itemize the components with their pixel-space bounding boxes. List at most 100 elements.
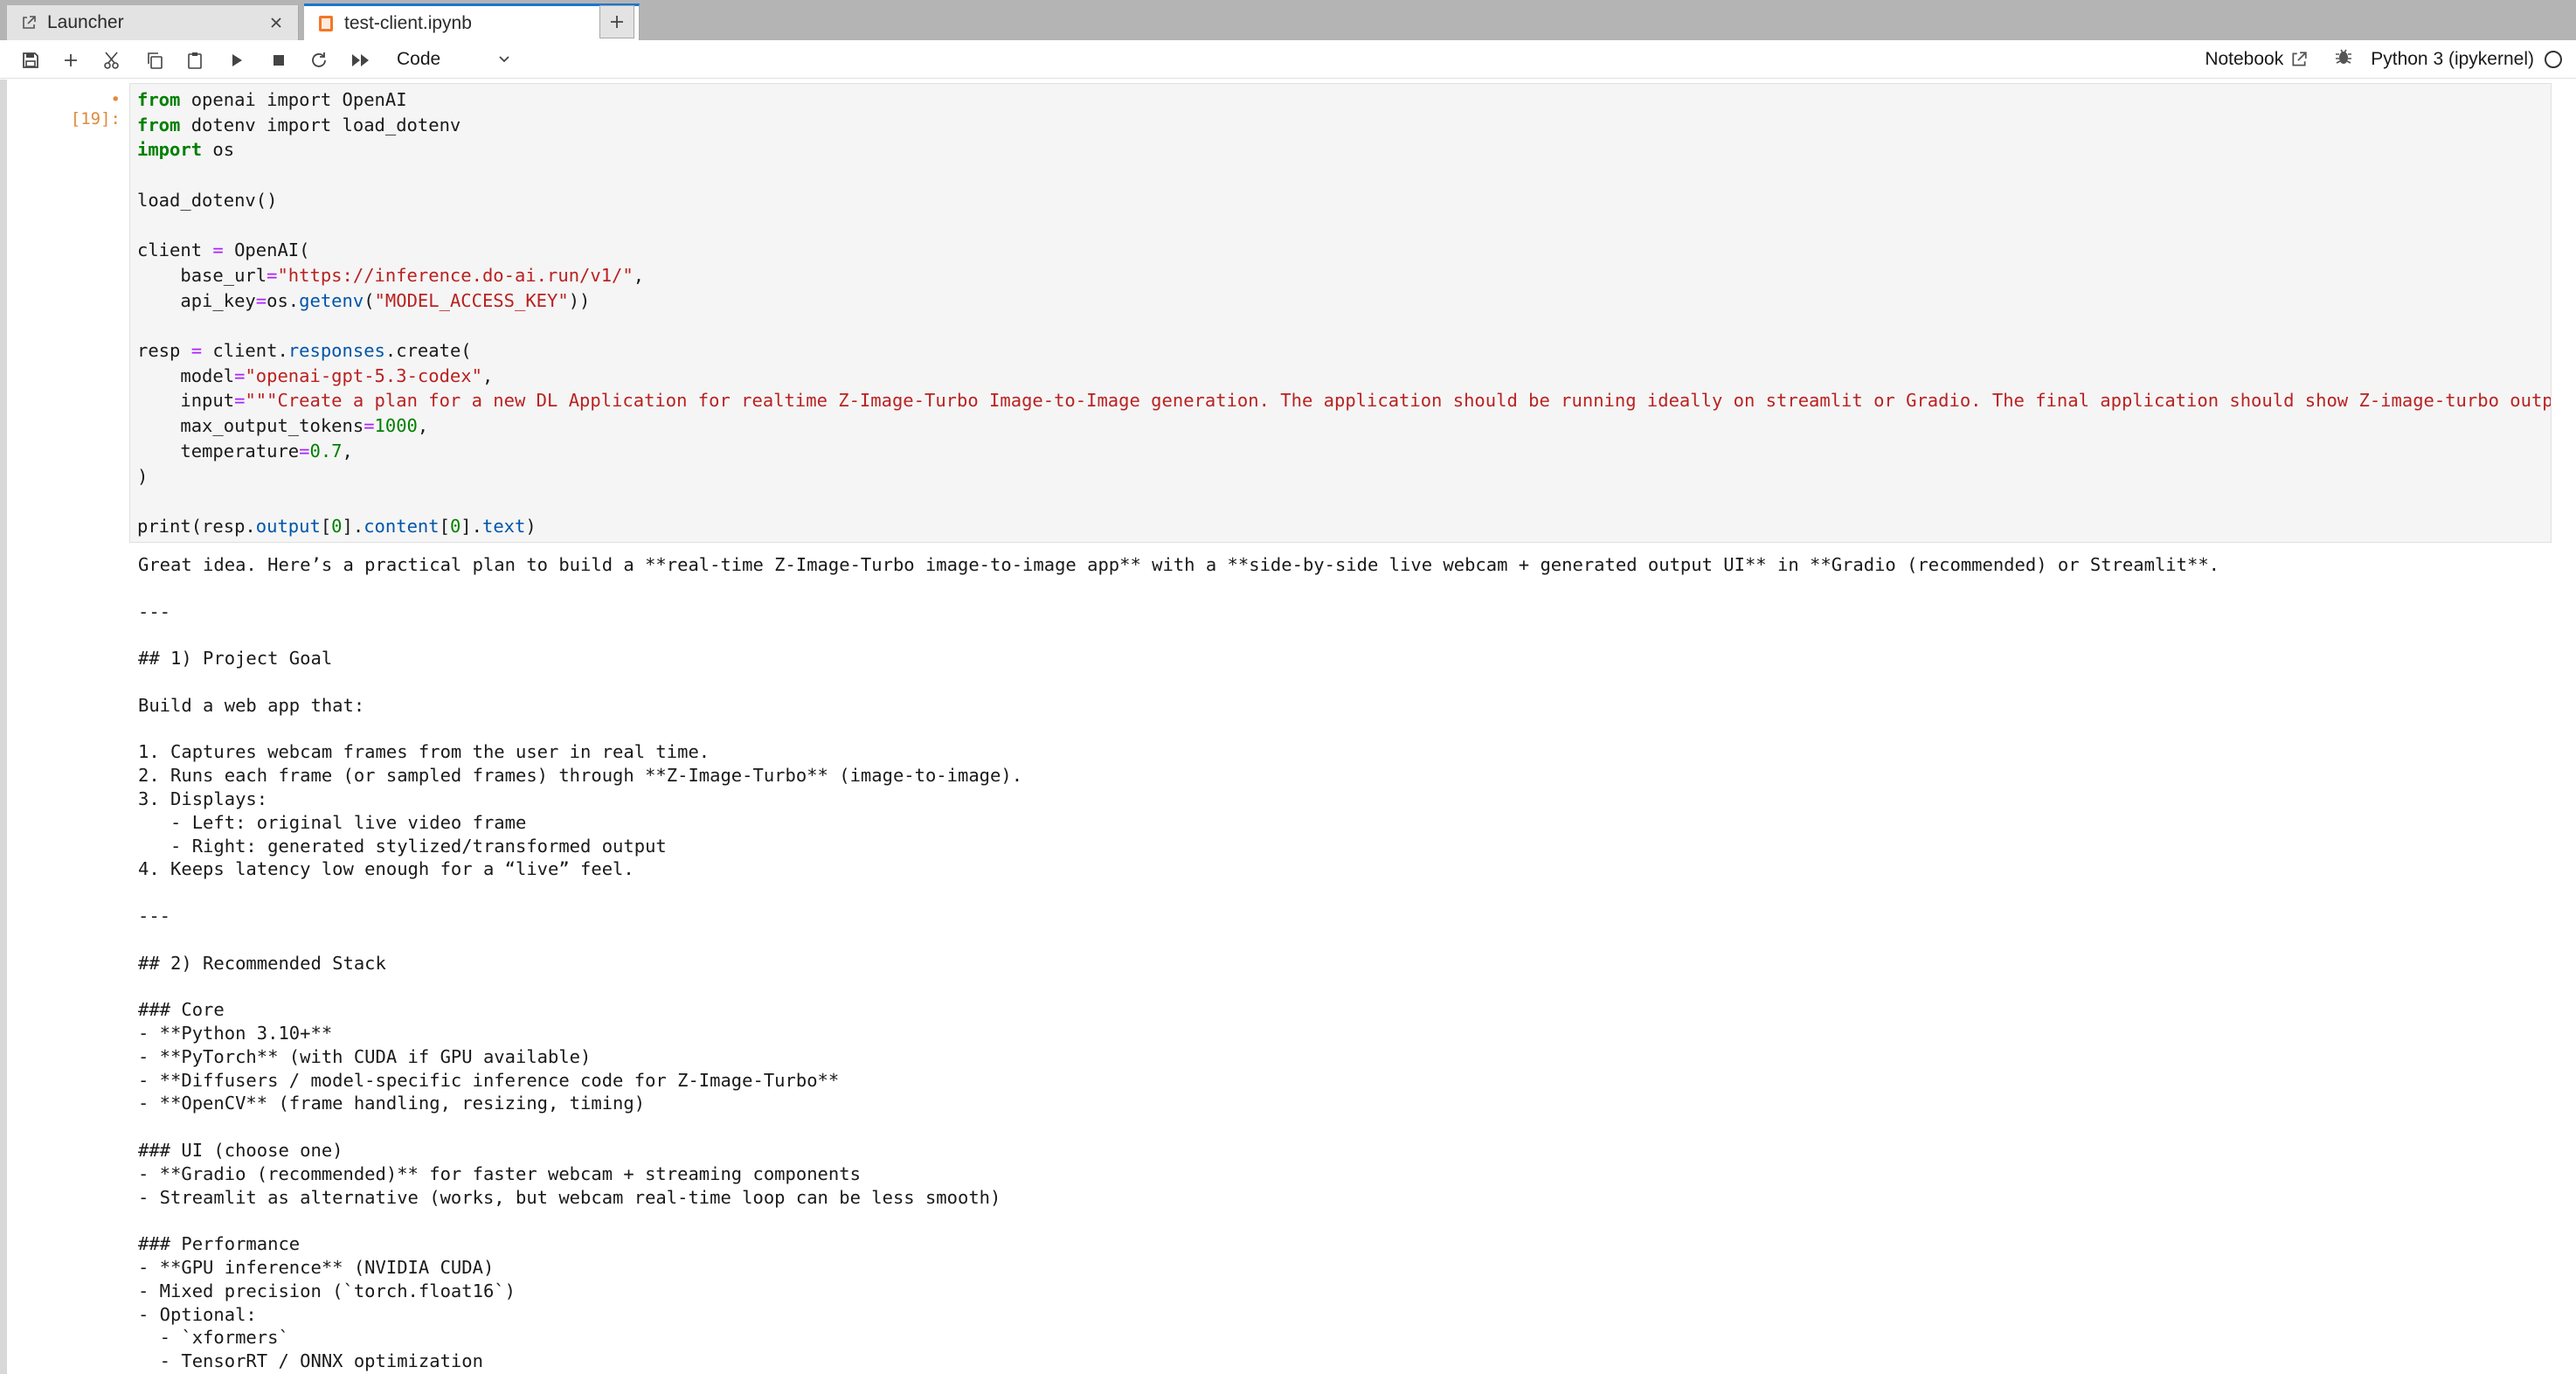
- tab-test-client[interactable]: test-client.ipynb: [304, 3, 640, 40]
- cut-button[interactable]: [100, 47, 126, 73]
- run-all-button[interactable]: [348, 47, 374, 73]
- code-line: api_key=os.getenv("MODEL_ACCESS_KEY")): [137, 289, 591, 311]
- output-line: - **PyTorch** (with CUDA if GPU availabl…: [138, 1045, 592, 1067]
- code-line: client = OpenAI(: [137, 239, 310, 261]
- kernel-name[interactable]: Python 3 (ipykernel): [2371, 49, 2534, 70]
- code-line: max_output_tokens=1000,: [137, 415, 429, 437]
- play-icon: [232, 54, 242, 66]
- cell-type-select[interactable]: Code: [390, 45, 512, 73]
- code-line: print(resp.output[0].content[0].text): [137, 515, 537, 537]
- code-line: import os: [137, 139, 235, 161]
- output-line: ## 1) Project Goal: [138, 648, 333, 670]
- output-line: - Right: generated stylized/transformed …: [138, 835, 667, 857]
- output-line: ### Performance: [138, 1233, 301, 1255]
- output-line: - Streamlit as alternative (works, but w…: [138, 1186, 1001, 1208]
- code-line: resp = client.responses.create(: [137, 340, 472, 362]
- bug-icon: [2336, 49, 2352, 64]
- tab-launcher[interactable]: Launcher: [7, 5, 299, 40]
- code-line: ): [137, 465, 149, 487]
- output-line: - **GPU inference** (NVIDIA CUDA): [138, 1256, 495, 1278]
- chevron-down-icon: [499, 56, 509, 63]
- new-tab-button[interactable]: [599, 5, 634, 38]
- scissors-icon: [104, 52, 119, 69]
- code-line: load_dotenv(): [137, 189, 278, 211]
- output-line: - Optional:: [138, 1303, 257, 1325]
- output-line: ### Core: [138, 999, 225, 1021]
- output-line: - **Python 3.10+**: [138, 1022, 333, 1044]
- notebook-label: Notebook: [2205, 49, 2284, 69]
- output-line: - `xformers`: [138, 1327, 289, 1349]
- cell-prompt: • [19]:: [70, 90, 121, 128]
- output-line: - **Diffusers / model-specific inference…: [138, 1069, 840, 1091]
- cell-output: Great idea. Here’s a practical plan to b…: [129, 548, 2552, 1374]
- save-button[interactable]: [17, 47, 44, 73]
- restart-button[interactable]: [306, 47, 332, 73]
- close-icon[interactable]: [267, 13, 286, 32]
- output-line: Build a web app that:: [138, 694, 365, 716]
- clipboard-icon: [188, 52, 202, 69]
- notebook-icon: [316, 14, 336, 33]
- output-line: ## 2) Recommended Stack: [138, 952, 386, 974]
- output-line: 3. Displays:: [138, 788, 268, 809]
- tab-bar: Launcher test-client.ipynb: [0, 0, 2576, 40]
- external-link-icon: [2292, 52, 2307, 66]
- output-line: - Left: original live video frame: [138, 811, 527, 833]
- interrupt-button[interactable]: [266, 47, 292, 73]
- refresh-icon: [312, 52, 326, 67]
- output-line: 1. Captures webcam frames from the user …: [138, 741, 710, 763]
- tab-label: Launcher: [47, 12, 124, 32]
- code-line: model="openai-gpt-5.3-codex",: [137, 364, 494, 386]
- cell-type-value: Code: [397, 49, 441, 69]
- notebook-toolbar: Code Notebook Python 3 (ipykernel): [0, 40, 2576, 79]
- toolbar-right: Notebook Python 3 (ipykernel): [2205, 40, 2576, 79]
- open-notebook-button[interactable]: Notebook: [2205, 49, 2308, 70]
- debugger-button[interactable]: [2334, 47, 2353, 72]
- output-text: Great idea. Here’s a practical plan to b…: [129, 548, 2552, 1374]
- notebook-panel: • [19]: from openai import OpenAI from do…: [0, 80, 2576, 1374]
- paste-button[interactable]: [182, 47, 208, 73]
- run-button[interactable]: [224, 47, 250, 73]
- plus-icon: [611, 16, 623, 28]
- external-link-icon: [19, 13, 38, 32]
- output-line: ### UI (choose one): [138, 1139, 343, 1161]
- left-sidebar-edge: [0, 80, 7, 1374]
- output-line: - Mixed precision (`torch.float16`): [138, 1280, 516, 1301]
- kernel-status-icon: [2545, 51, 2562, 68]
- code-line: temperature=0.7,: [137, 440, 353, 461]
- output-line: 2. Runs each frame (or sampled frames) t…: [138, 765, 1023, 787]
- code-editor[interactable]: from openai import OpenAI from dotenv imp…: [130, 84, 2552, 542]
- code-line: input="""Create a plan for a new DL Appl…: [137, 390, 2552, 412]
- stop-icon: [274, 55, 284, 66]
- output-line: - **Gradio (recommended)** for faster we…: [138, 1162, 861, 1184]
- insert-cell-button[interactable]: [58, 47, 84, 73]
- code-line: from openai import OpenAI: [137, 89, 407, 110]
- code-line: from dotenv import load_dotenv: [137, 114, 461, 135]
- tab-label: test-client.ipynb: [344, 12, 472, 33]
- code-cell-input[interactable]: from openai import OpenAI from dotenv imp…: [129, 83, 2552, 543]
- save-icon: [23, 52, 38, 68]
- plus-icon: [65, 54, 77, 66]
- code-line: base_url="https://inference.do-ai.run/v1…: [137, 264, 645, 286]
- output-line: 4. Keeps latency low enough for a “live”…: [138, 858, 634, 880]
- fast-forward-icon: [352, 54, 369, 66]
- copy-icon: [148, 52, 163, 69]
- copy-button[interactable]: [142, 47, 168, 73]
- output-line: - **OpenCV** (frame handling, resizing, …: [138, 1093, 646, 1114]
- output-line: - TensorRT / ONNX optimization: [138, 1350, 483, 1372]
- output-line: ---: [138, 600, 171, 622]
- output-line: ---: [138, 905, 171, 926]
- output-line: Great idea. Here’s a practical plan to b…: [138, 554, 2220, 575]
